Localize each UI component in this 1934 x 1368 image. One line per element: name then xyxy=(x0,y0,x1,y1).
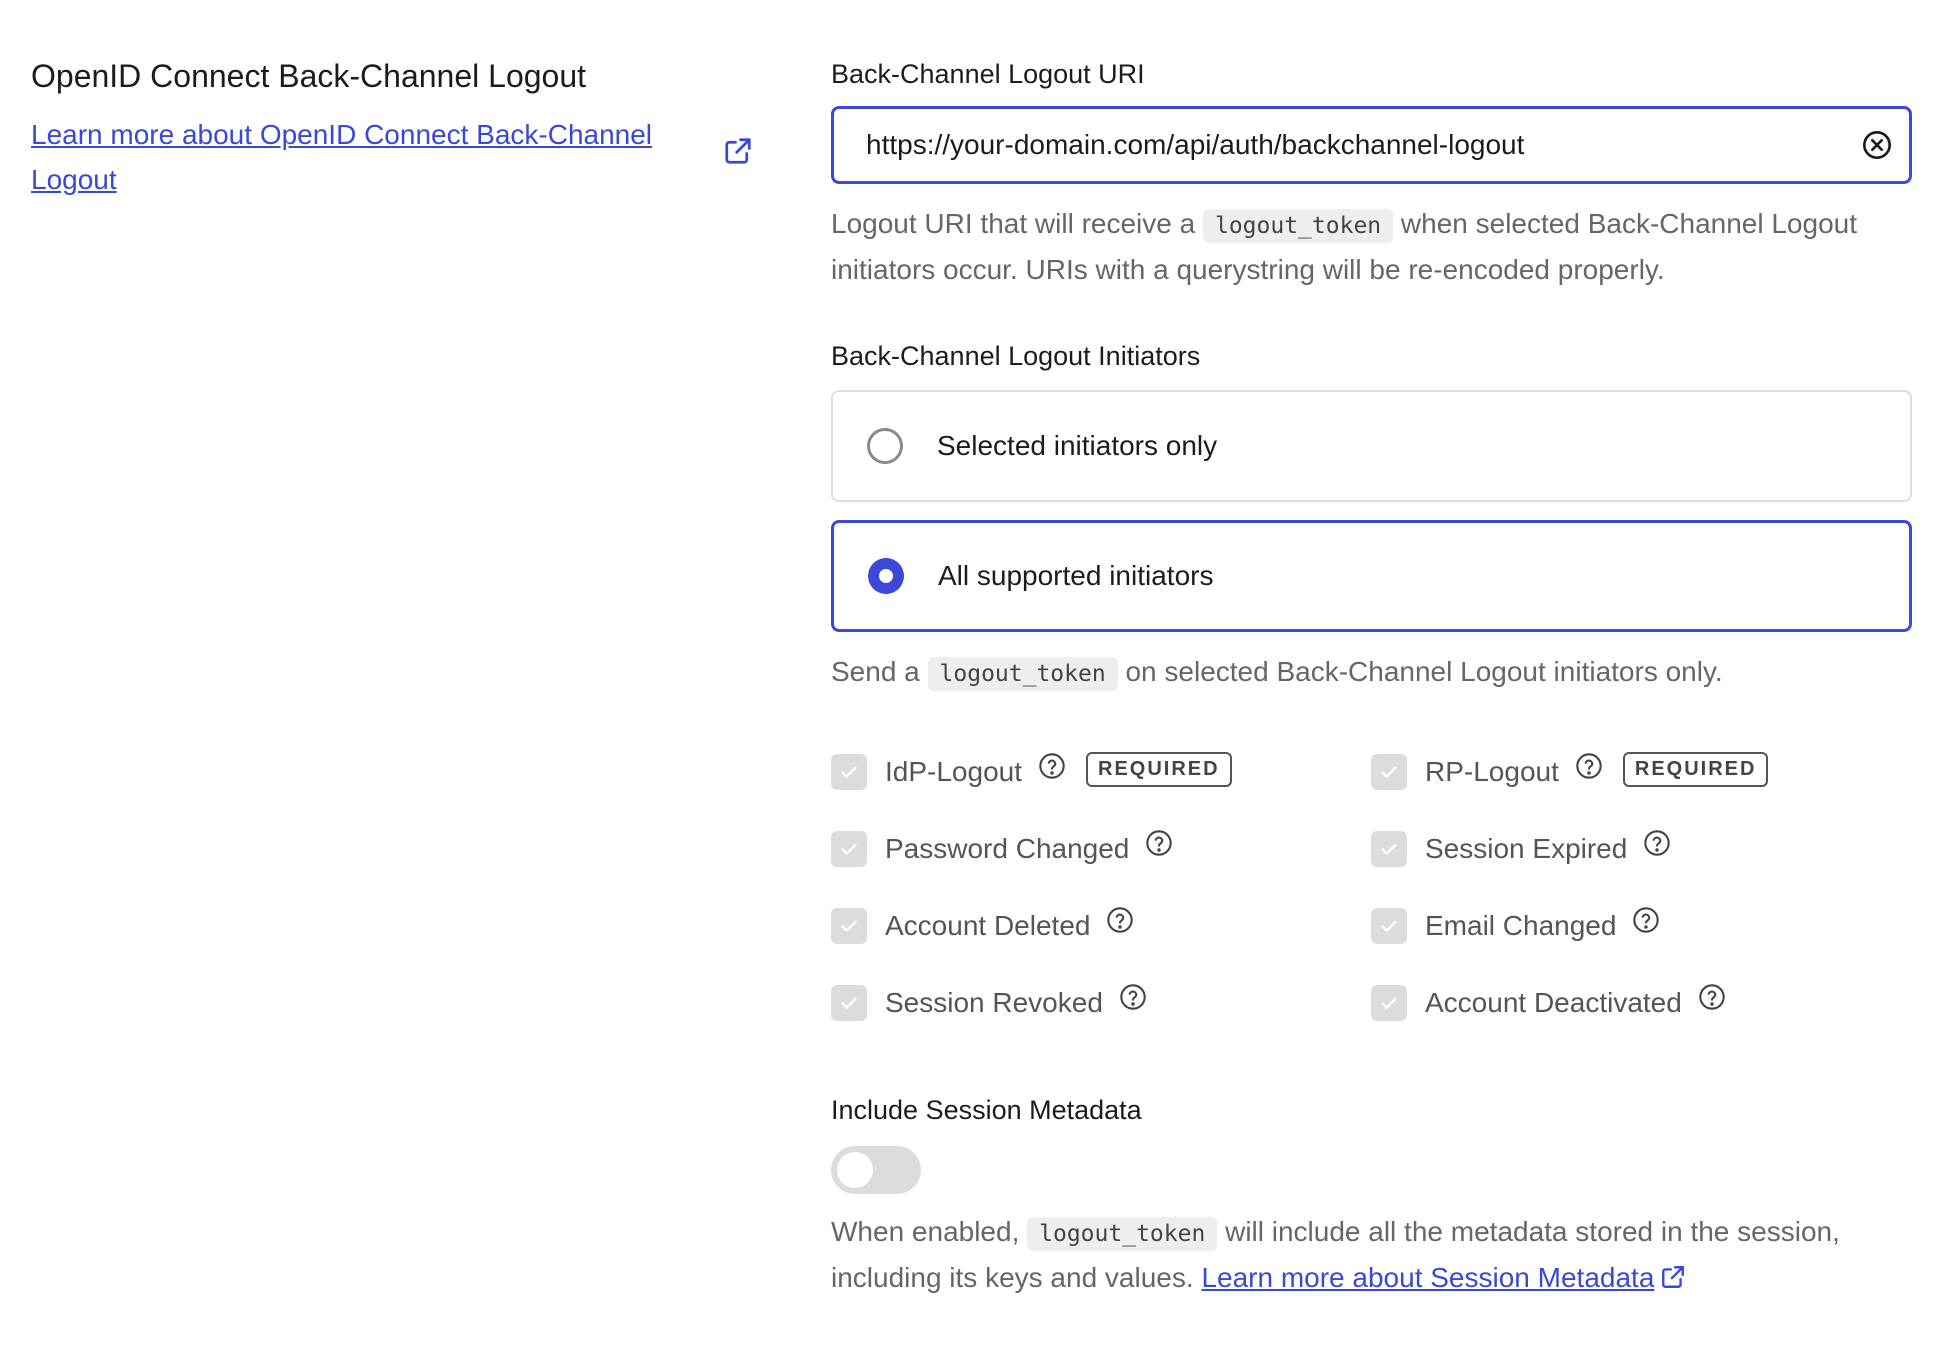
checkbox-session-revoked[interactable]: Session Revoked xyxy=(831,983,1147,1023)
checkbox[interactable] xyxy=(831,831,867,867)
help-circle-icon[interactable] xyxy=(1698,983,1726,1011)
checkmark-icon xyxy=(841,843,857,855)
help-text: on selected Back-Channel Logout initiato… xyxy=(1125,656,1723,687)
help-text: Logout URI that will receive a xyxy=(831,208,1196,239)
logout-uri-help: Logout URI that will receive a logout_to… xyxy=(831,202,1912,292)
help-circle-icon[interactable] xyxy=(1119,983,1147,1011)
code-logout-token: logout_token xyxy=(1202,209,1394,243)
toggle-knob xyxy=(837,1152,873,1188)
checkbox[interactable] xyxy=(831,985,867,1021)
checkbox-label: IdP-Logout xyxy=(885,756,1022,787)
checkbox-rp-logout[interactable]: RP-Logout REQUIRED xyxy=(1371,751,1769,792)
session-metadata-help: When enabled, logout_token will include … xyxy=(831,1210,1912,1300)
checkbox-label: Email Changed xyxy=(1425,910,1617,941)
clear-input-button[interactable] xyxy=(1859,127,1895,163)
checkbox-label: Account Deactivated xyxy=(1425,987,1682,1018)
checkbox[interactable] xyxy=(1371,985,1407,1021)
checkbox-label: RP-Logout xyxy=(1425,756,1559,787)
code-logout-token: logout_token xyxy=(1027,1217,1218,1251)
checkbox[interactable] xyxy=(1371,831,1407,867)
session-metadata-toggle[interactable] xyxy=(831,1146,921,1194)
help-circle-icon[interactable] xyxy=(1106,906,1134,934)
checkbox-idp-logout[interactable]: IdP-Logout REQUIRED xyxy=(831,751,1232,792)
radio-selected-initiators[interactable]: Selected initiators only xyxy=(831,390,1912,502)
checkbox-label: Password Changed xyxy=(885,833,1130,864)
section-header: OpenID Connect Back-Channel Logout Learn… xyxy=(31,54,771,202)
logout-uri-field[interactable] xyxy=(831,106,1912,184)
checkmark-icon xyxy=(1381,843,1397,855)
checkbox[interactable] xyxy=(1371,754,1407,790)
help-circle-icon[interactable] xyxy=(1632,906,1660,934)
clear-circle-icon xyxy=(1863,131,1891,159)
learn-more-session-metadata-link[interactable]: Learn more about Session Metadata xyxy=(1201,1262,1654,1293)
logout-uri-label: Back-Channel Logout URI xyxy=(831,59,1145,89)
code-logout-token: logout_token xyxy=(927,657,1118,691)
radio-button[interactable] xyxy=(867,428,903,464)
settings-form: Back-Channel Logout URI Logout URI that … xyxy=(831,54,1912,1300)
checkbox-label: Account Deleted xyxy=(885,910,1091,941)
checkmark-icon xyxy=(841,997,857,1009)
checkbox-session-expired[interactable]: Session Expired xyxy=(1371,829,1671,869)
session-metadata-label: Include Session Metadata xyxy=(831,1095,1142,1125)
help-text: Send a xyxy=(831,656,920,687)
checkmark-icon xyxy=(1381,997,1397,1009)
learn-more-row: Learn more about OpenID Connect Back-Cha… xyxy=(31,112,753,202)
learn-more-backchannel-link[interactable]: Learn more about OpenID Connect Back-Cha… xyxy=(31,112,691,202)
radio-button-selected[interactable] xyxy=(868,558,904,594)
help-circle-icon[interactable] xyxy=(1643,829,1671,857)
radio-label: Selected initiators only xyxy=(937,430,1218,461)
checkbox[interactable] xyxy=(831,754,867,790)
checkmark-icon xyxy=(1381,920,1397,932)
checkmark-icon xyxy=(841,766,857,778)
checkbox-email-changed[interactable]: Email Changed xyxy=(1371,906,1660,946)
checkbox[interactable] xyxy=(1371,908,1407,944)
initiators-label: Back-Channel Logout Initiators xyxy=(831,341,1201,371)
external-link-icon[interactable] xyxy=(723,136,753,166)
initiators-help: Send a logout_token on selected Back-Cha… xyxy=(831,650,1912,696)
checkbox-account-deactivated[interactable]: Account Deactivated xyxy=(1371,983,1726,1023)
help-circle-icon[interactable] xyxy=(1145,829,1173,857)
logout-uri-input[interactable] xyxy=(864,128,1859,162)
checkbox[interactable] xyxy=(831,908,867,944)
section-title: OpenID Connect Back-Channel Logout xyxy=(31,58,587,94)
help-circle-icon[interactable] xyxy=(1038,752,1066,780)
radio-label: All supported initiators xyxy=(938,560,1214,591)
checkbox-account-deleted[interactable]: Account Deleted xyxy=(831,906,1134,946)
checkmark-icon xyxy=(841,920,857,932)
required-badge: REQUIRED xyxy=(1622,751,1769,787)
checkmark-icon xyxy=(1381,766,1397,778)
help-text: When enabled, xyxy=(831,1216,1020,1247)
checkbox-password-changed[interactable]: Password Changed xyxy=(831,829,1173,869)
checkbox-label: Session Revoked xyxy=(885,987,1103,1018)
external-link-icon[interactable] xyxy=(1660,1264,1686,1290)
required-badge: REQUIRED xyxy=(1086,751,1232,787)
initiator-checkbox-grid: IdP-Logout REQUIRED RP-Logout REQUIRED P… xyxy=(831,730,1912,1040)
radio-all-initiators[interactable]: All supported initiators xyxy=(831,520,1912,632)
checkbox-label: Session Expired xyxy=(1425,833,1628,864)
help-circle-icon[interactable] xyxy=(1575,752,1603,780)
